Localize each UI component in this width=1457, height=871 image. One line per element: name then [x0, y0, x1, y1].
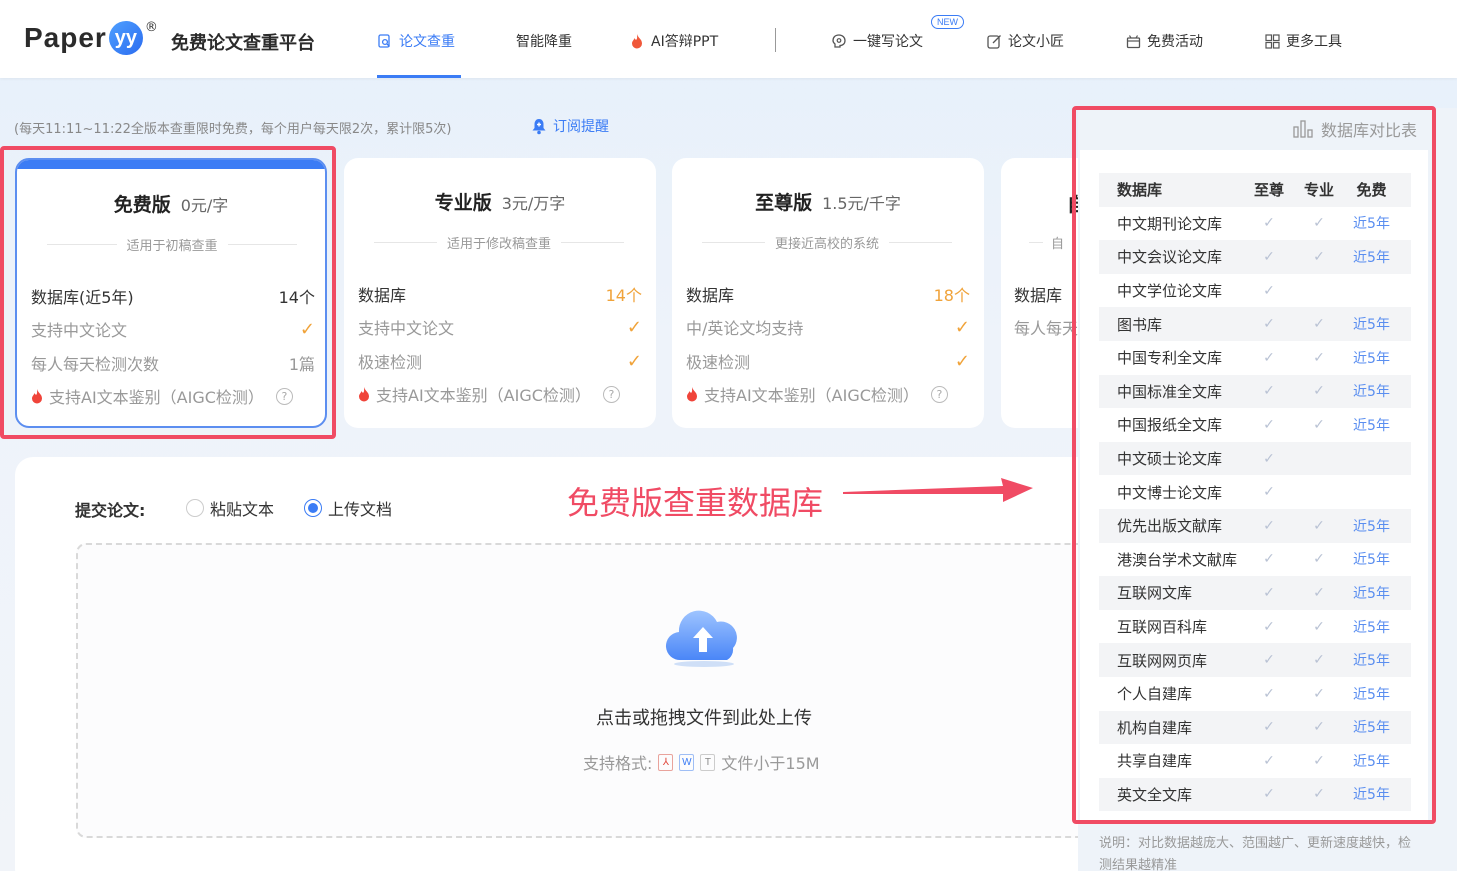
- radio-circle-selected: [304, 499, 322, 517]
- nav-item-smart-rewrite[interactable]: 智能降重: [516, 31, 572, 51]
- nav-item-ai-ppt[interactable]: AI答辩PPT: [629, 31, 718, 51]
- new-badge: NEW: [931, 15, 964, 29]
- help-icon[interactable]: ?: [930, 385, 948, 403]
- txt-icon: T: [700, 753, 716, 771]
- fire-icon: [629, 33, 645, 49]
- plan-card-pro[interactable]: 专业版 3元/万字 适用于修改稿查重 数据库 14个 支持中文论文 ✓ 极速检测 …: [344, 158, 656, 428]
- grid-icon: [1264, 33, 1280, 49]
- help-icon[interactable]: ?: [602, 385, 620, 403]
- radio-circle: [186, 499, 204, 517]
- gift-icon: [1125, 33, 1141, 49]
- row-key: 支持中文论文: [358, 319, 455, 338]
- plan-row-aigc: 支持AI文本鉴别（AIGC检测）?: [686, 382, 970, 406]
- nav-divider: [775, 28, 776, 52]
- aigc-label: 支持AI文本鉴别（AIGC检测）: [704, 386, 919, 405]
- row-value: 14个: [605, 286, 642, 305]
- row-key: 极速检测: [686, 353, 751, 372]
- check-icon: ✓: [954, 316, 970, 338]
- plan-row: 极速检测 ✓: [358, 349, 642, 373]
- plan-row: 支持中文论文 ✓: [358, 315, 642, 339]
- formats-label: 支持格式:: [583, 754, 653, 773]
- supported-formats: 支持格式: ⅄ W T 文件小于15M: [583, 750, 820, 774]
- plan-subtitle: 自: [1029, 233, 1064, 252]
- nav-item-paper-craftsman[interactable]: 论文小匠: [986, 31, 1064, 51]
- nav-label: AI答辩PPT: [651, 34, 719, 50]
- aigc-label: 支持AI文本鉴别（AIGC检测）: [376, 386, 591, 405]
- plan-subtitle-text: 更接近高校的系统: [775, 237, 880, 252]
- plan-row: 数据库 14个: [358, 282, 642, 306]
- drop-instruction: 点击或拖拽文件到此处上传: [596, 708, 812, 729]
- registered-mark: ®: [144, 20, 158, 35]
- plan-subtitle: 更接近高校的系统: [702, 233, 953, 252]
- plan-row: 极速检测 ✓: [686, 349, 970, 373]
- top-header: Paper yy ® 免费论文查重平台 论文查重 智能降重 AI答辩PPT 一键…: [0, 0, 1457, 78]
- plan-subtitle-text: 适用于修改稿查重: [447, 237, 552, 252]
- nav-label: 免费活动: [1147, 34, 1203, 50]
- plan-title: 专业版 3元/万字: [344, 188, 656, 215]
- fire-icon: [687, 386, 697, 401]
- free-time-notice: (每天11:11~11:22全版本查重限时免费，每个用户每天限2次，累计限5次): [14, 122, 452, 137]
- word-icon: W: [679, 753, 695, 771]
- file-dropzone[interactable]: [76, 543, 1096, 838]
- annotation-arrow: [843, 478, 1033, 502]
- nav-item-plagiarism-check[interactable]: 论文查重: [377, 31, 455, 51]
- plan-row-aigc: 支持AI文本鉴别（AIGC检测）?: [358, 382, 642, 406]
- db-compare-note: 说明：对比数据越庞大、范围越广、更新速度越快，检测结果越精准: [1099, 836, 1412, 871]
- edit-icon: [986, 33, 1002, 49]
- plan-subtitle: 适用于修改稿查重: [374, 233, 625, 252]
- highlight-box-db-table: [1072, 106, 1436, 824]
- radio-label: 上传文档: [328, 500, 393, 519]
- subscribe-label: 订阅提醒: [553, 119, 609, 135]
- logo-badge: yy: [108, 21, 143, 55]
- pdf-icon: ⅄: [658, 753, 674, 771]
- bell-icon: [531, 118, 547, 134]
- logo-text: Paper: [24, 22, 107, 53]
- nav-label: 一键写论文: [853, 34, 923, 50]
- plan-price: 3元/万字: [501, 194, 566, 213]
- row-key: 每人每天: [1014, 319, 1079, 338]
- row-key: 极速检测: [358, 353, 423, 372]
- plan-name: 至尊版: [755, 192, 813, 214]
- site-name: 免费论文查重平台: [171, 33, 315, 54]
- highlight-box-free-card: [0, 146, 336, 439]
- row-key: 数据库: [358, 286, 407, 305]
- check-icon: ✓: [954, 350, 970, 372]
- annotation-text: 免费版查重数据库: [567, 484, 824, 522]
- row-key: 数据库: [686, 286, 735, 305]
- radio-upload-document[interactable]: 上传文档: [304, 496, 392, 520]
- radio-paste-text[interactable]: 粘贴文本: [186, 496, 274, 520]
- nav-label: 论文小匠: [1008, 34, 1064, 50]
- plan-row: 中/英论文均支持 ✓: [686, 315, 970, 339]
- plan-subtitle-text: 自: [1051, 237, 1065, 252]
- nav-label: 智能降重: [516, 34, 572, 50]
- row-value: 18个: [933, 286, 970, 305]
- plan-price: 1.5元/千字: [822, 194, 901, 213]
- cloud-upload-icon: [665, 610, 737, 667]
- plan-card-supreme[interactable]: 至尊版 1.5元/千字 更接近高校的系统 数据库 18个 中/英论文均支持 ✓ 极…: [672, 158, 984, 428]
- size-limit: 文件小于15M: [721, 754, 820, 773]
- row-key: 中/英论文均支持: [686, 319, 804, 338]
- search-doc-icon: [377, 33, 393, 49]
- plan-name: 专业版: [434, 192, 492, 214]
- nav-item-write-paper[interactable]: 一键写论文: [831, 31, 923, 51]
- active-nav-underline: [377, 75, 461, 78]
- submit-paper-label: 提交论文:: [75, 501, 146, 520]
- nav-item-more-tools[interactable]: 更多工具: [1264, 31, 1342, 51]
- plan-row: 数据库 18个: [686, 282, 970, 306]
- site-logo[interactable]: Paper yy ®: [24, 18, 158, 58]
- radio-label: 粘贴文本: [210, 500, 275, 519]
- nav-item-free-activity[interactable]: 免费活动: [1125, 31, 1203, 51]
- subscribe-reminder-link[interactable]: 订阅提醒: [531, 116, 609, 136]
- nav-label: 论文查重: [399, 34, 455, 50]
- row-key: 数据库: [1014, 286, 1063, 305]
- plan-title: 至尊版 1.5元/千字: [672, 188, 984, 215]
- brain-icon: [831, 33, 847, 49]
- nav-label: 更多工具: [1286, 34, 1342, 50]
- fire-icon: [359, 386, 369, 401]
- check-icon: ✓: [626, 350, 642, 372]
- check-icon: ✓: [626, 316, 642, 338]
